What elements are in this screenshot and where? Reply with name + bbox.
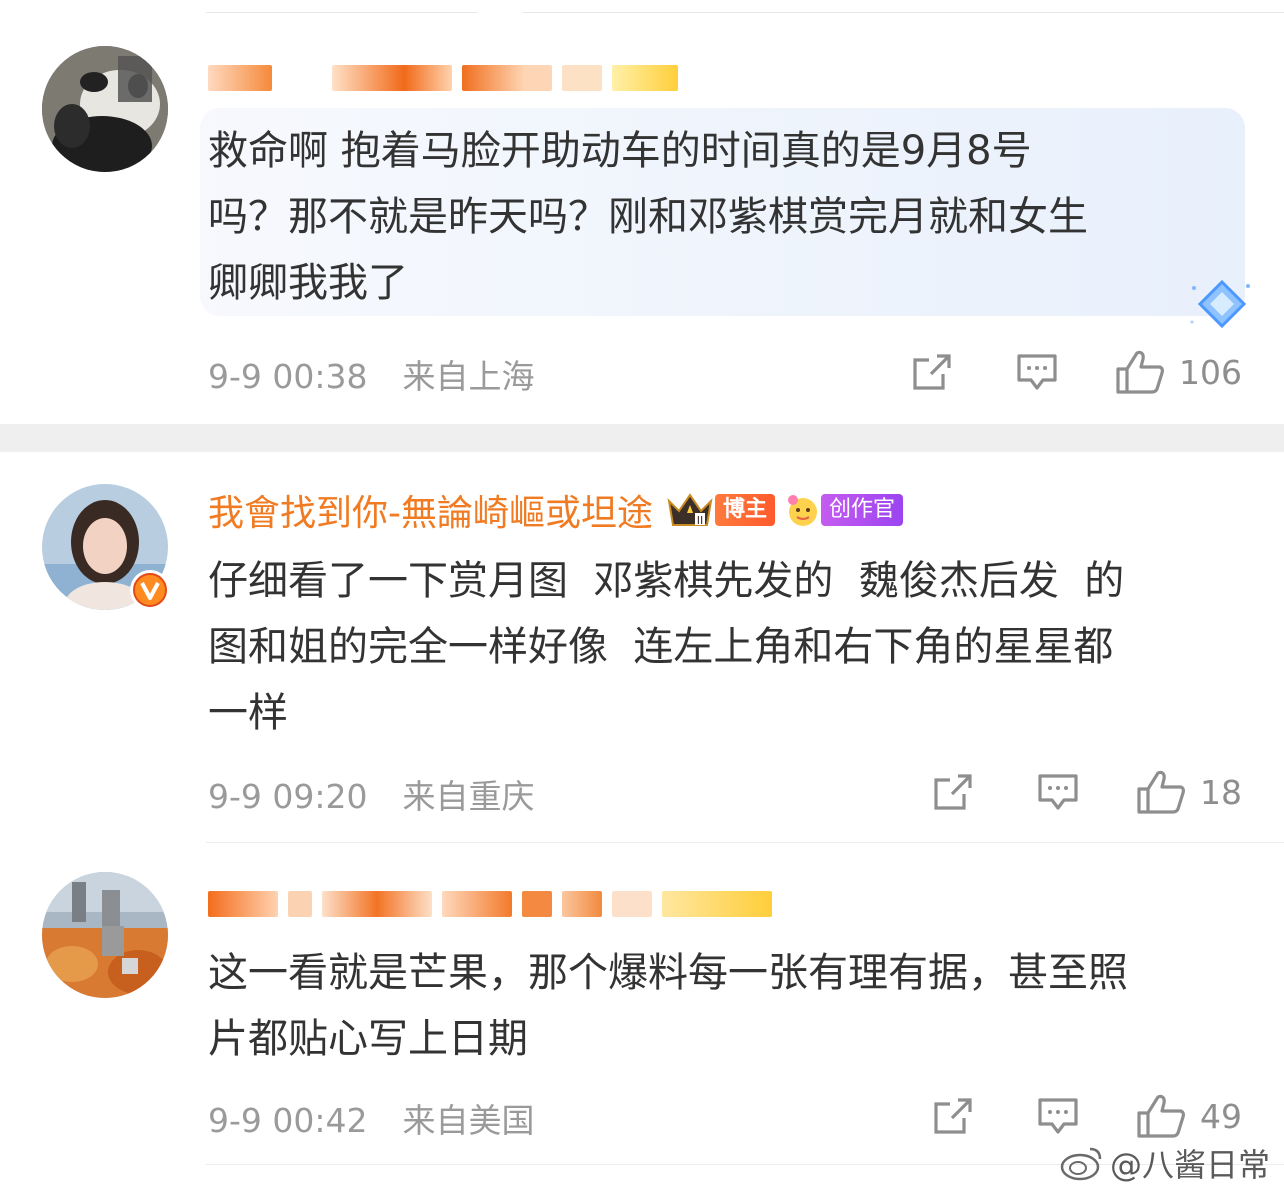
location: 来自上海 bbox=[402, 357, 535, 396]
share-button[interactable] bbox=[932, 772, 976, 812]
comment-meta: 9-9 00:42 来自美国 bbox=[208, 1094, 535, 1142]
top-divider bbox=[206, 12, 1284, 13]
timestamp: 9-9 00:38 bbox=[208, 357, 368, 396]
watermark: @八酱日常 bbox=[1060, 1140, 1270, 1186]
share-icon bbox=[934, 774, 972, 810]
vip-label: 博主 bbox=[715, 494, 776, 526]
comment-text: 救命啊 抱着马脸开助动车的时间真的是9月8号 吗？那不就是昨天吗？刚和邓紫棋赏完… bbox=[208, 128, 1088, 306]
watermark-text: @八酱日常 bbox=[1109, 1146, 1270, 1184]
timestamp: 9-9 09:20 bbox=[208, 777, 368, 816]
username-row bbox=[208, 880, 782, 928]
username-row bbox=[208, 54, 688, 102]
crown-icon: II bbox=[667, 493, 713, 527]
share-button[interactable] bbox=[932, 1096, 976, 1136]
comment-actions: 18 bbox=[932, 768, 1242, 816]
creator-label: 创作官 bbox=[821, 494, 904, 526]
like-icon bbox=[1116, 350, 1164, 394]
share-icon bbox=[934, 1098, 972, 1134]
diamond-icon bbox=[1190, 279, 1250, 329]
comment-button[interactable] bbox=[1015, 352, 1059, 392]
verified-badge-icon bbox=[130, 570, 170, 610]
timestamp: 9-9 00:42 bbox=[208, 1101, 368, 1140]
weibo-logo-icon bbox=[1060, 1147, 1102, 1181]
like-button[interactable]: 18 bbox=[1136, 769, 1242, 815]
city-avatar-image bbox=[42, 872, 168, 998]
avatar[interactable] bbox=[42, 872, 168, 998]
like-icon bbox=[1137, 1094, 1185, 1138]
svg-text:II: II bbox=[697, 514, 704, 527]
comment-meta: 9-9 00:38 来自上海 bbox=[208, 350, 535, 398]
comment-meta: 9-9 09:20 来自重庆 bbox=[208, 770, 535, 818]
comment-divider bbox=[206, 842, 1284, 843]
like-count: 18 bbox=[1200, 772, 1242, 812]
comment-text: 仔细看了一下赏月图 邓紫棋先发的 魏俊杰后发 的 图和姐的完全一样好像 连左上角… bbox=[208, 558, 1125, 736]
creator-badge: 创作官 bbox=[785, 492, 904, 528]
like-button[interactable]: 106 bbox=[1115, 349, 1242, 395]
comment-button[interactable] bbox=[1036, 772, 1080, 812]
comment-button[interactable] bbox=[1036, 1096, 1080, 1136]
panda-avatar-image bbox=[42, 46, 168, 172]
location: 来自美国 bbox=[402, 1101, 535, 1140]
like-count: 49 bbox=[1200, 1096, 1242, 1136]
like-icon bbox=[1137, 770, 1185, 814]
username[interactable]: 我會找到你-無論崎嶇或坦途 bbox=[208, 484, 653, 536]
share-button[interactable] bbox=[911, 352, 955, 392]
vip-badge: II 博主 bbox=[665, 492, 776, 528]
creator-mascot-icon bbox=[788, 495, 818, 526]
avatar[interactable] bbox=[42, 46, 168, 172]
comment-text: 这一看就是芒果，那个爆料每一张有理有据，甚至照 片都贴心写上日期 bbox=[208, 950, 1128, 1062]
section-divider bbox=[0, 424, 1284, 452]
comment-icon bbox=[1038, 774, 1078, 810]
location: 来自重庆 bbox=[402, 777, 535, 816]
like-count: 106 bbox=[1179, 352, 1242, 392]
comment-icon bbox=[1038, 1098, 1078, 1134]
username-row: 我會找到你-無論崎嶇或坦途 II 博主 创作官 bbox=[208, 484, 904, 536]
like-button[interactable]: 49 bbox=[1136, 1093, 1242, 1139]
comment-actions: 106 bbox=[911, 348, 1242, 396]
share-icon bbox=[913, 354, 951, 390]
comment-actions: 49 bbox=[932, 1092, 1242, 1140]
comment-icon bbox=[1017, 354, 1057, 390]
